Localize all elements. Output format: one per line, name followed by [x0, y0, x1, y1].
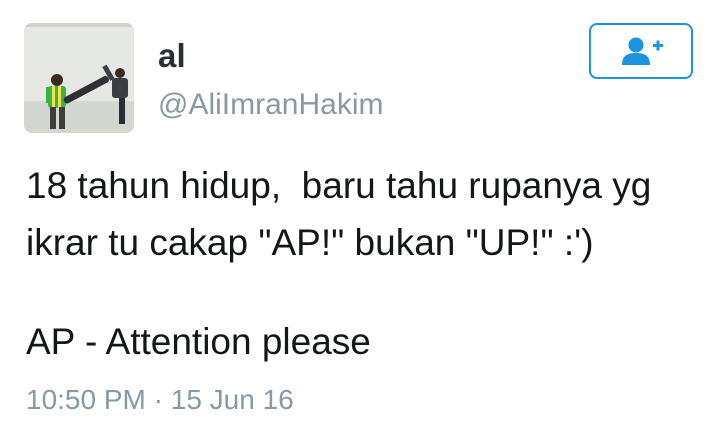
display-name[interactable]: al [158, 37, 186, 75]
tweet-text-line-2: ikrar tu cakap "AP!" bukan "UP!" :') [26, 222, 594, 263]
tweet-time: 10:50 PM [26, 384, 146, 415]
add-user-icon [622, 37, 663, 65]
tweet-timestamp[interactable]: 10:50 PM · 15 Jun 16 [26, 384, 294, 416]
tweet-text-line-1: 18 tahun hidup, baru tahu rupanya yg [26, 165, 652, 206]
tweet-date: 15 Jun 16 [170, 384, 294, 415]
avatar[interactable] [24, 23, 134, 133]
timestamp-separator: · [153, 384, 163, 415]
avatar-photo [24, 23, 134, 133]
user-handle[interactable]: @AliImranHakim [158, 88, 383, 122]
tweet-card: al @AliImranHakim 18 tahun hidup, baru t… [0, 0, 720, 439]
follow-button[interactable] [589, 23, 693, 79]
tweet-text-line-3: AP - Attention please [26, 321, 371, 362]
